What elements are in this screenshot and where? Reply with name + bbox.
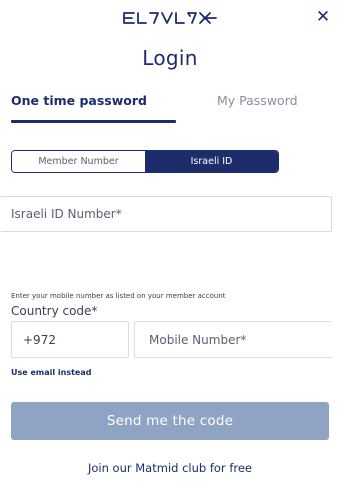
elal-logo — [0, 8, 340, 28]
israeli-id-input[interactable] — [0, 197, 331, 231]
join-matmid-link[interactable]: Join our Matmid club for free — [0, 461, 340, 475]
active-tab-indicator — [11, 120, 176, 123]
send-code-button[interactable]: Send me the code — [11, 402, 329, 440]
member-number-option[interactable]: Member Number — [12, 151, 145, 172]
tab-my-password[interactable]: My Password — [217, 93, 298, 108]
use-email-link[interactable]: Use email instead — [11, 368, 91, 377]
country-code-label: Country code* — [11, 304, 98, 318]
country-code-input[interactable] — [12, 322, 128, 357]
country-code-field — [11, 321, 129, 358]
login-method-tabs: One time password My Password — [0, 88, 340, 123]
tab-one-time-password[interactable]: One time password — [11, 93, 147, 108]
israeli-id-field — [0, 196, 332, 232]
mobile-hint-text: Enter your mobile number as listed on yo… — [11, 292, 226, 300]
close-icon[interactable]: ✕ — [312, 6, 334, 28]
israeli-id-option[interactable]: Israeli ID — [145, 151, 278, 172]
mobile-number-input[interactable] — [135, 322, 332, 357]
elal-logo-mark — [123, 12, 217, 24]
id-type-toggle: Member Number Israeli ID — [11, 150, 279, 173]
page-title: Login — [142, 46, 198, 70]
mobile-number-field — [134, 321, 332, 358]
top-bar: ✕ — [0, 0, 340, 36]
